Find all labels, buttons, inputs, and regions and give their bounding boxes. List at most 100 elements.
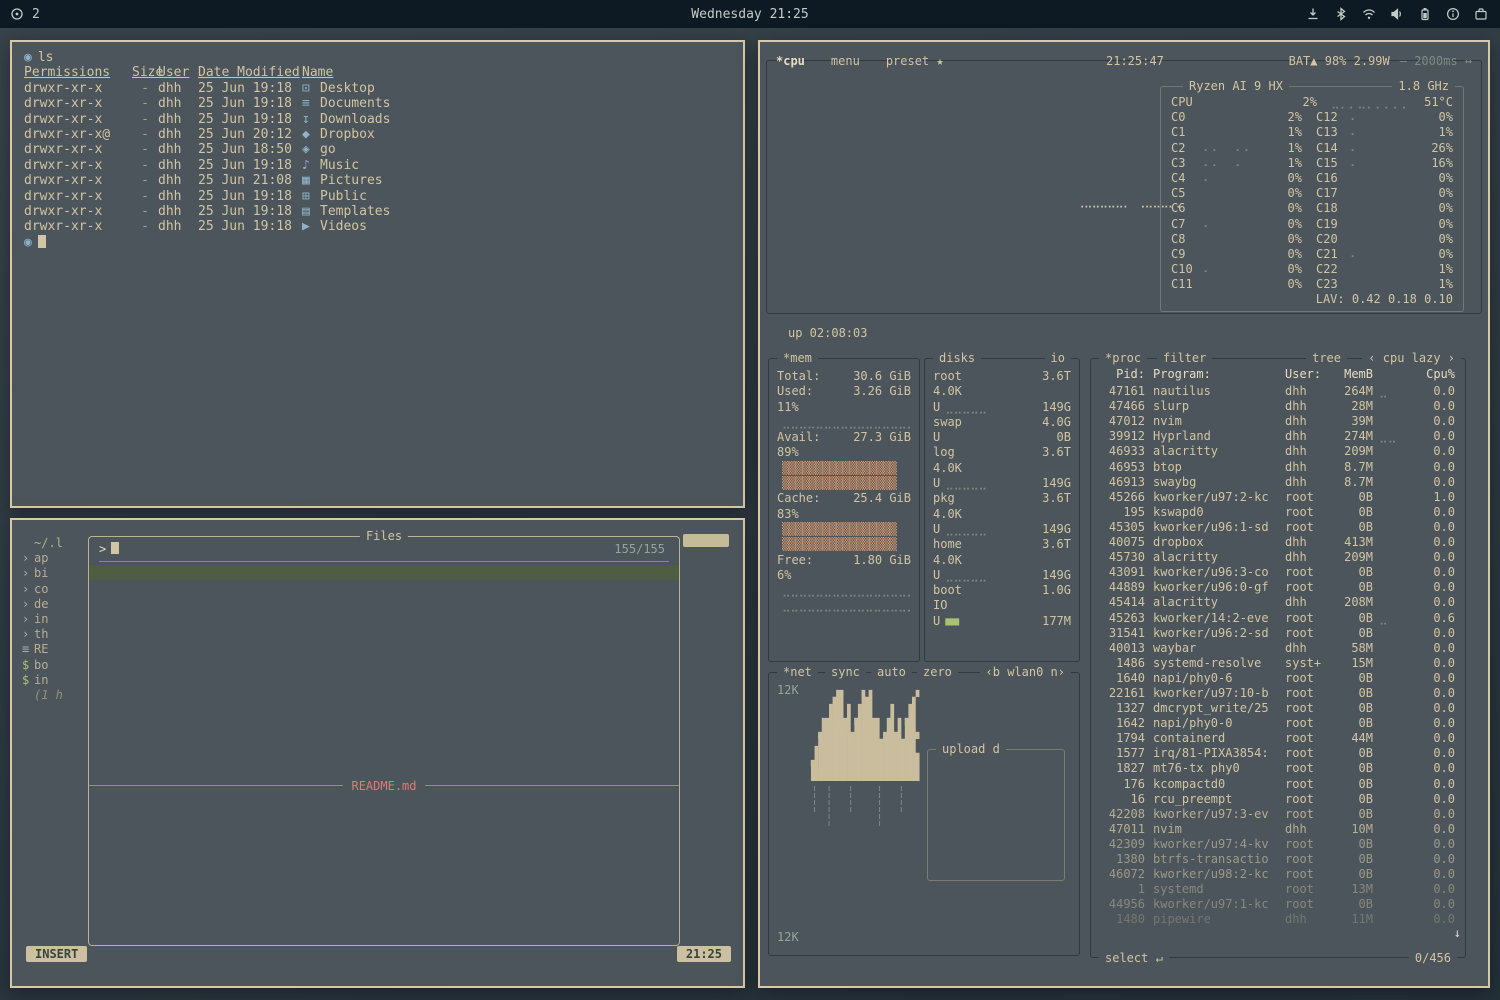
process-row[interactable]: 176 kcompactd0 root 0B 0.0: [1101, 777, 1455, 792]
terminal-prompt-line[interactable]: ◉: [24, 235, 731, 250]
process-row[interactable]: 22161 kworker/u97:10-b root 0B 0.0: [1101, 686, 1455, 701]
net-box-title[interactable]: *net: [777, 665, 818, 679]
select-hint[interactable]: select ↵: [1099, 951, 1169, 965]
col-pid[interactable]: Pid:: [1101, 367, 1153, 382]
volume-icon[interactable]: [1390, 7, 1404, 21]
picker-item[interactable]: ○themes/tokyo-night/hyprlock.conf: [89, 656, 679, 671]
proc-box-title[interactable]: *proc: [1099, 351, 1147, 365]
picker-item[interactable]: ●themes/tokyo-night/alacritty.toml: [89, 701, 679, 716]
picker-item[interactable]: $themes/nord/backgrounds.sh: [89, 716, 679, 731]
process-row[interactable]: 46072 kworker/u98:2-kc root 0B 0.0: [1101, 867, 1455, 882]
process-row[interactable]: 45730 alacritty dhh 209M 0.0: [1101, 550, 1455, 565]
file-tree-item[interactable]: ›co: [22, 582, 88, 597]
picker-item[interactable]: ◐themes/tokyo-night/btop.theme: [89, 686, 679, 701]
tray-arrow-icon[interactable]: [1306, 7, 1320, 21]
picker-item[interactable]: ○themes/tokyo-night/hyprland.conf: [89, 671, 679, 686]
process-row[interactable]: 16 rcu_preempt root 0B 0.0: [1101, 792, 1455, 807]
process-row[interactable]: 45414 alacritty dhh 208M 0.0: [1101, 595, 1455, 610]
net-auto-button[interactable]: auto: [871, 665, 912, 679]
file-tree-item[interactable]: ~/.l: [22, 536, 88, 551]
menu-button[interactable]: menu: [831, 54, 860, 70]
col-mem[interactable]: MemB: [1331, 367, 1373, 382]
file-tree-item[interactable]: (1 h: [22, 688, 88, 703]
process-row[interactable]: 46953 btop dhh 8.7M 0.0: [1101, 460, 1455, 475]
process-row[interactable]: 1577 irq/81-PIXA3854: root 0B 0.0: [1101, 746, 1455, 761]
process-row[interactable]: 45263 kworker/14:2-eve root 0B ⣀ 0.6: [1101, 611, 1455, 626]
process-row[interactable]: 44956 kworker/u97:1-kc root 0B 0.0: [1101, 897, 1455, 912]
picker-item[interactable]: ●themes/nord/alacritty.toml: [89, 761, 679, 776]
process-row[interactable]: 44889 kworker/u96:0-gf root 0B 0.0: [1101, 580, 1455, 595]
mem-box-title[interactable]: *mem: [777, 351, 818, 365]
cpu-box-title[interactable]: *cpu: [776, 54, 805, 70]
process-row[interactable]: 39912 Hyprland dhh 274M ⣀⣀ 0.0: [1101, 429, 1455, 444]
process-row[interactable]: 1380 btrfs-transactio root 0B 0.0: [1101, 852, 1455, 867]
file-tree-item[interactable]: $in: [22, 673, 88, 688]
omarchy-logo-icon[interactable]: [10, 7, 24, 21]
process-row[interactable]: 47466 slurp dhh 28M 0.0: [1101, 399, 1455, 414]
disks-box-title[interactable]: disks: [933, 351, 981, 365]
file-tree-item[interactable]: ›ap: [22, 551, 88, 566]
process-row[interactable]: 1642 napi/phy0-0 root 0B 0.0: [1101, 716, 1455, 731]
file-tree-item[interactable]: ›de: [22, 597, 88, 612]
process-row[interactable]: 47011 nvim dhh 10M 0.0: [1101, 822, 1455, 837]
briefcase-icon[interactable]: [1474, 7, 1488, 21]
process-row[interactable]: 1480 pipewire dhh 11M 0.0: [1101, 912, 1455, 927]
process-row[interactable]: 42208 kworker/u97:3-ev root 0B 0.0: [1101, 807, 1455, 822]
process-row[interactable]: 1640 napi/phy0-6 root 0B 0.0: [1101, 671, 1455, 686]
process-row[interactable]: 46913 swaybg dhh 8.7M 0.0: [1101, 475, 1455, 490]
process-row[interactable]: 1 systemd root 13M 0.0: [1101, 882, 1455, 897]
process-row[interactable]: 45305 kworker/u96:1-sd root 0B 0.0: [1101, 520, 1455, 535]
file-tree-item[interactable]: ›th: [22, 627, 88, 642]
process-row[interactable]: 46933 alacritty dhh 209M 0.0: [1101, 444, 1455, 459]
file-tree-item[interactable]: ›bi: [22, 566, 88, 581]
process-row[interactable]: 47161 nautilus dhh 264M ⣀ 0.0: [1101, 384, 1455, 399]
picker-prompt[interactable]: > 155/155: [99, 537, 669, 562]
col-program[interactable]: Program:: [1153, 367, 1285, 382]
process-row[interactable]: 40075 dropbox dhh 413M 0.0: [1101, 535, 1455, 550]
editor-window[interactable]: ~/.l ›ap ›bi ›co ›de ›in ›th ≡RE $bo $in…: [10, 518, 745, 988]
process-row[interactable]: 40013 waybar dhh 58M 0.0: [1101, 641, 1455, 656]
process-row[interactable]: 1794 containerd root 44M 0.0: [1101, 731, 1455, 746]
net-zero-button[interactable]: zero: [917, 665, 958, 679]
filter-button[interactable]: filter: [1157, 351, 1212, 365]
process-row[interactable]: 42309 kworker/u97:4-kv root 0B 0.0: [1101, 837, 1455, 852]
process-row[interactable]: 1327 dmcrypt_write/25 root 0B 0.0: [1101, 701, 1455, 716]
sort-selector[interactable]: ‹ cpu lazy ›: [1362, 351, 1461, 365]
process-row[interactable]: 1486 systemd-resolve syst+ 15M 0.0: [1101, 656, 1455, 671]
picker-item[interactable]: #themes/tokyo-night/waybar.css: [89, 610, 679, 625]
io-toggle[interactable]: io: [1045, 351, 1071, 365]
preset-button[interactable]: preset ★: [886, 54, 944, 70]
process-graph: [1373, 656, 1417, 671]
process-row[interactable]: 43091 kworker/u96:3-co root 0B 0.0: [1101, 565, 1455, 580]
workspace-indicator[interactable]: 2: [32, 7, 40, 22]
tab-indicator[interactable]: [683, 534, 729, 547]
btop-window[interactable]: *cpu menu preset ★ 21:25:47 BAT▲ 98% 2.9…: [758, 40, 1490, 988]
file-tree-item[interactable]: ›in: [22, 612, 88, 627]
net-sync-button[interactable]: sync: [825, 665, 866, 679]
picker-item[interactable]: ≡themes/tokyo-night/mako.ini: [89, 640, 679, 655]
process-row[interactable]: 47012 nvim dhh 39M 0.0: [1101, 414, 1455, 429]
battery-icon[interactable]: [1418, 7, 1432, 21]
process-row[interactable]: 1827 mt76-tx phy0 root 0B 0.0: [1101, 761, 1455, 776]
tree-toggle[interactable]: tree: [1306, 351, 1347, 365]
picker-item[interactable]: #themes/nord/wofi.css: [89, 731, 679, 746]
wifi-icon[interactable]: [1362, 7, 1376, 21]
file-tree-item[interactable]: ≡RE: [22, 642, 88, 657]
process-row[interactable]: 31541 kworker/u96:2-sd root 0B 0.0: [1101, 626, 1455, 641]
refresh-interval[interactable]: — 2000ms ↔: [1400, 54, 1472, 70]
file-tree-item[interactable]: $bo: [22, 658, 88, 673]
process-row[interactable]: 45266 kworker/u97:2-kc root 0B 1.0: [1101, 490, 1455, 505]
terminal-window[interactable]: ◉ls Permissions Size User Date Modified …: [10, 40, 745, 508]
col-user[interactable]: User:: [1285, 367, 1331, 382]
picker-item[interactable]: ◉themes/tokyo-night/neovim.lua: [89, 625, 679, 640]
picker-item[interactable]: #themes/nord/waybar.css: [89, 746, 679, 761]
bluetooth-icon[interactable]: [1334, 7, 1348, 21]
scroll-down-icon[interactable]: ↓: [1454, 926, 1461, 941]
info-icon[interactable]: [1446, 7, 1460, 21]
picker-item[interactable]: #themes/tokyo-night/wofi.css: [89, 595, 679, 610]
net-interface-selector[interactable]: ‹b wlan0 n›: [980, 665, 1071, 679]
picker-item[interactable]: ≡README.md: [89, 565, 679, 580]
col-cpu[interactable]: Cpu%: [1417, 367, 1455, 382]
picker-item[interactable]: $themes/tokyo-night/backgrounds.sh: [89, 580, 679, 595]
process-row[interactable]: 195 kswapd0 root 0B 0.0: [1101, 505, 1455, 520]
